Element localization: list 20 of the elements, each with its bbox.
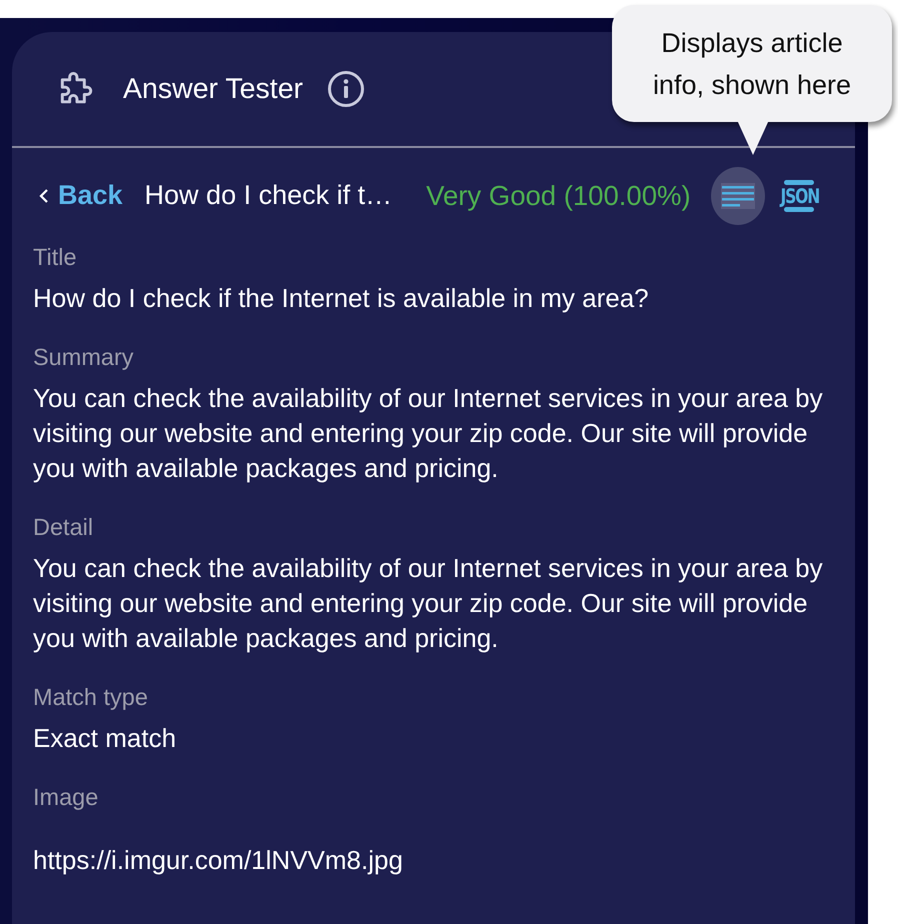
tooltip-pointer	[737, 120, 769, 156]
field-value: You can check the availability of our Internet services in your area by visiting our website and entering your zip code. Our site will provide you with available packages and pricing.	[33, 552, 824, 655]
field-value: How do I check if the Internet is available in my area?	[33, 282, 650, 315]
tooltip: Displays article info, shown here	[612, 5, 892, 122]
info-icon[interactable]	[327, 70, 366, 108]
field-value: You can check the availability of our Internet services in your area by visiting our website and entering your zip code. Our site will provide you with available packages and pricing.	[33, 382, 824, 485]
field-label: Detail	[33, 513, 94, 541]
app-title: Answer Tester	[123, 72, 304, 106]
match-rating: Very Good (100.00%)	[426, 180, 691, 212]
json-view-button[interactable]: JSON	[774, 180, 824, 212]
field-value: Exact match	[33, 722, 178, 755]
field-label: Summary	[33, 343, 134, 371]
field-value: https://i.imgur.com/1lNVVm8.jpg	[33, 844, 404, 877]
field-label: Image	[33, 783, 98, 811]
field-label: Title	[33, 243, 77, 271]
back-button[interactable]: Back	[38, 180, 123, 211]
text-lines-icon	[720, 182, 755, 208]
field-label: Match type	[33, 683, 148, 711]
chevron-left-icon	[38, 186, 50, 204]
article-title: How do I check if t…	[144, 180, 392, 211]
